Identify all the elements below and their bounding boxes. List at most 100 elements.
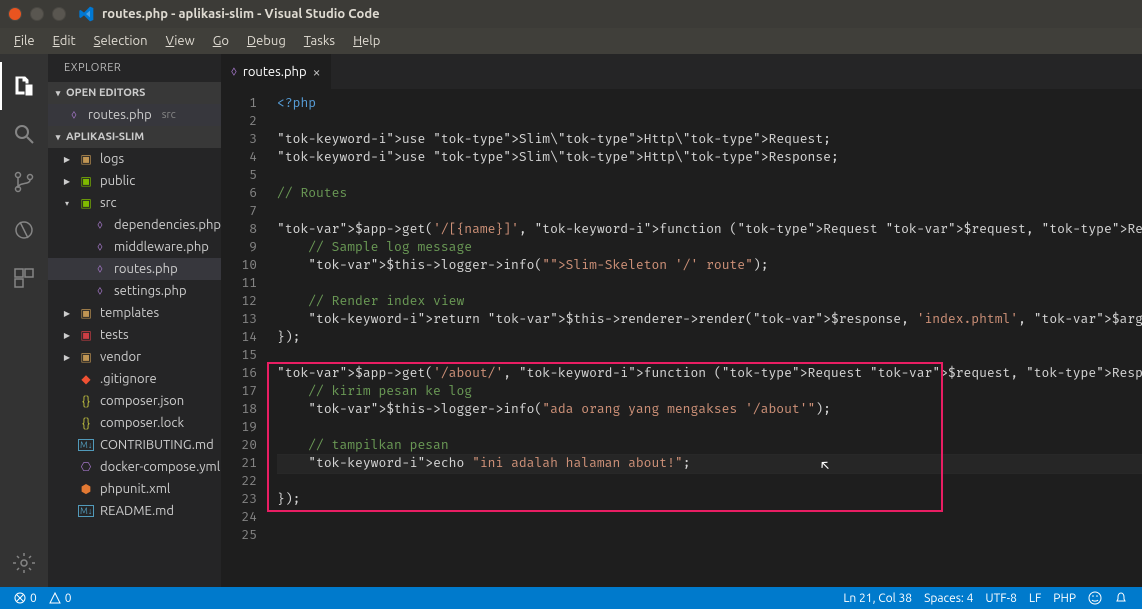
- code-line[interactable]: "tok-keyword-i">echo "ini adalah halaman…: [277, 454, 1142, 474]
- error-count: 0: [30, 592, 37, 605]
- menu-help[interactable]: Help: [345, 31, 388, 51]
- activity-bar: [0, 54, 48, 587]
- close-icon[interactable]: ×: [313, 64, 321, 80]
- status-errors[interactable]: 0: [8, 592, 43, 605]
- git-branch-icon: [12, 170, 36, 194]
- tree-item[interactable]: ▶▣vendor: [48, 346, 221, 368]
- tree-item-label: templates: [100, 306, 159, 320]
- code-line[interactable]: [277, 527, 1142, 545]
- open-editors-header[interactable]: ▾ OPEN EDITORS: [48, 82, 221, 104]
- tree-item[interactable]: ▶▣logs: [48, 148, 221, 170]
- code-line[interactable]: "tok-keyword-i">return "tok-var">$this->…: [277, 311, 1142, 329]
- gear-icon: [12, 551, 36, 575]
- activity-settings[interactable]: [0, 539, 48, 587]
- tree-item[interactable]: ⎔docker-compose.yml: [48, 456, 221, 478]
- menu-view[interactable]: View: [158, 31, 203, 51]
- code-line[interactable]: });: [277, 491, 1142, 509]
- tree-item[interactable]: ⬢phpunit.xml: [48, 478, 221, 500]
- tree-item-label: dependencies.php: [114, 218, 221, 232]
- menu-tasks[interactable]: Tasks: [296, 31, 343, 51]
- status-encoding[interactable]: UTF-8: [979, 592, 1022, 605]
- php-icon: ⬨: [231, 64, 237, 79]
- status-indent[interactable]: Spaces: 4: [918, 592, 979, 605]
- status-eol[interactable]: LF: [1023, 592, 1047, 605]
- line-number: 16: [221, 365, 257, 383]
- activity-search[interactable]: [0, 110, 48, 158]
- activity-explorer[interactable]: [0, 62, 48, 110]
- activity-extensions[interactable]: [0, 254, 48, 302]
- code-line[interactable]: // Sample log message: [277, 239, 1142, 257]
- code-line[interactable]: "tok-var">$app->get('/[{name}]', "tok-ke…: [277, 221, 1142, 239]
- code-line[interactable]: [277, 509, 1142, 527]
- tree-item[interactable]: ▶▣templates: [48, 302, 221, 324]
- line-number: 3: [221, 131, 257, 149]
- tree-item[interactable]: ▶▣public: [48, 170, 221, 192]
- code-line[interactable]: // Render index view: [277, 293, 1142, 311]
- code-editor[interactable]: 1234567891011121314151617181920212223242…: [221, 89, 1142, 587]
- tree-item[interactable]: M↓CONTRIBUTING.md: [48, 434, 221, 456]
- code-line[interactable]: // Routes: [277, 185, 1142, 203]
- code-line[interactable]: [277, 347, 1142, 365]
- tree-item[interactable]: ▾▣src: [48, 192, 221, 214]
- code-line[interactable]: [277, 419, 1142, 437]
- open-editor-item[interactable]: ⬨routes.phpsrc: [48, 104, 221, 126]
- line-number: 5: [221, 167, 257, 185]
- code-line[interactable]: [277, 113, 1142, 131]
- menubar: File Edit Selection View Go Debug Tasks …: [0, 28, 1142, 54]
- line-number: 12: [221, 293, 257, 311]
- window-maximize-button[interactable]: [52, 7, 66, 21]
- tree-item[interactable]: ⬨settings.php: [48, 280, 221, 302]
- status-warnings[interactable]: 0: [43, 592, 78, 605]
- code-line[interactable]: "tok-var">$app->get('/about/', "tok-keyw…: [277, 365, 1142, 383]
- status-feedback[interactable]: [1082, 591, 1108, 605]
- project-label: APLIKASI-SLIM: [66, 131, 144, 143]
- tree-item-label: phpunit.xml: [100, 482, 170, 496]
- tab-routes-php[interactable]: ⬨ routes.php ×: [221, 54, 331, 89]
- code-line[interactable]: "tok-keyword-i">use "tok-type">Slim\"tok…: [277, 149, 1142, 167]
- code-line[interactable]: [277, 167, 1142, 185]
- tree-item[interactable]: ⬨middleware.php: [48, 236, 221, 258]
- tree-item[interactable]: ◆.gitignore: [48, 368, 221, 390]
- tree-item[interactable]: {}composer.lock: [48, 412, 221, 434]
- status-language[interactable]: PHP: [1047, 592, 1082, 605]
- search-icon: [12, 122, 36, 146]
- menu-selection[interactable]: Selection: [86, 31, 156, 51]
- menu-go[interactable]: Go: [205, 31, 237, 51]
- code-line[interactable]: [277, 203, 1142, 221]
- status-bell[interactable]: [1108, 591, 1134, 605]
- menu-debug[interactable]: Debug: [239, 31, 294, 51]
- editor-area: ⬨ routes.php × ••• 123456789101112131415…: [221, 54, 1142, 587]
- code-line[interactable]: });: [277, 329, 1142, 347]
- line-number: 21: [221, 455, 257, 473]
- code-line[interactable]: [277, 275, 1142, 293]
- tree-item[interactable]: {}composer.json: [48, 390, 221, 412]
- tree-item[interactable]: ▶▣tests: [48, 324, 221, 346]
- code-content[interactable]: ↖ <?php "tok-keyword-i">use "tok-type">S…: [269, 89, 1142, 587]
- tree-item[interactable]: ⬨routes.php: [48, 258, 221, 280]
- code-line[interactable]: <?php: [277, 95, 1142, 113]
- activity-scm[interactable]: [0, 158, 48, 206]
- code-line[interactable]: // tampilkan pesan: [277, 437, 1142, 455]
- tree-item[interactable]: ⬨dependencies.php: [48, 214, 221, 236]
- menu-edit[interactable]: Edit: [45, 31, 84, 51]
- code-line[interactable]: // kirim pesan ke log: [277, 383, 1142, 401]
- code-line[interactable]: "tok-var">$this->logger->info("ada orang…: [277, 401, 1142, 419]
- project-header[interactable]: ▾ APLIKASI-SLIM: [48, 126, 221, 148]
- status-cursor-position[interactable]: Ln 21, Col 38: [837, 592, 918, 605]
- window-title: routes.php - aplikasi-slim - Visual Stud…: [102, 7, 380, 21]
- activity-debug[interactable]: [0, 206, 48, 254]
- window-close-button[interactable]: [8, 7, 22, 21]
- code-line[interactable]: [277, 473, 1142, 491]
- window-minimize-button[interactable]: [30, 7, 44, 21]
- warning-icon: [49, 592, 61, 604]
- tree-item-label: middleware.php: [114, 240, 209, 254]
- tree-item[interactable]: M↓README.md: [48, 500, 221, 522]
- tree-item-label: composer.json: [100, 394, 184, 408]
- error-icon: [14, 592, 26, 604]
- code-line[interactable]: "tok-var">$this->logger->info("">Slim-Sk…: [277, 257, 1142, 275]
- tree-item-label: composer.lock: [100, 416, 184, 430]
- chevron-down-icon: ▾: [52, 132, 64, 143]
- menu-file[interactable]: File: [6, 31, 43, 51]
- code-line[interactable]: "tok-keyword-i">use "tok-type">Slim\"tok…: [277, 131, 1142, 149]
- line-number: 2: [221, 113, 257, 131]
